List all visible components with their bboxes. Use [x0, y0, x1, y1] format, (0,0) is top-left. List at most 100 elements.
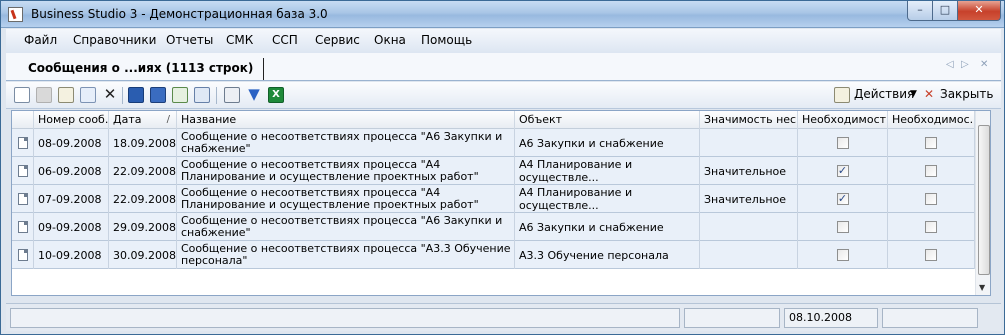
table-row[interactable]: 06-09.2008 22.09.2008 Сообщение о несоотве… [12, 157, 975, 185]
cell-object: А6 Закупки и снабжение [515, 213, 700, 241]
row-checkbox-cell [888, 213, 975, 241]
cell-date: 22.09.2008 [109, 157, 177, 185]
status-panel-extra [882, 308, 978, 328]
cell-significance [700, 129, 798, 157]
cell-number: 09-09.2008 [34, 213, 109, 241]
scrollbar-thumb[interactable] [978, 125, 990, 275]
tab-nonconformity-messages[interactable]: Сообщения о ...иях (1113 строк) [18, 58, 265, 80]
row-icon-cell [12, 241, 34, 269]
menu-bar: Файл Справочники Отчеты СМК ССП Сервис О… [6, 29, 1001, 53]
title-bar[interactable]: Business Studio 3 - Демонстрационная баз… [1, 1, 1004, 28]
close-window-button[interactable]: ✕ [957, 1, 1001, 21]
row-icon-cell [12, 129, 34, 157]
menu-reports[interactable]: Отчеты [166, 33, 213, 47]
vertical-scrollbar[interactable]: ▼ [975, 111, 990, 295]
header-name[interactable]: Название [177, 111, 515, 129]
delete-icon[interactable]: ✕ [102, 87, 118, 103]
menu-references[interactable]: Справочники [73, 33, 156, 47]
table-row[interactable]: 08-09.2008 18.09.2008 Сообщение о несоотве… [12, 129, 975, 157]
scroll-down-icon[interactable]: ▼ [979, 283, 985, 292]
row-checkbox-cell [888, 157, 975, 185]
edit-icon[interactable] [58, 87, 74, 103]
necessity-1-checkbox[interactable] [836, 137, 849, 149]
header-object[interactable]: Объект [515, 111, 700, 129]
row-checkbox-cell: ✓ [798, 185, 888, 213]
save-all-icon[interactable] [150, 87, 166, 103]
toolbar-separator [216, 87, 217, 104]
toolbar-separator [122, 87, 123, 104]
actions-icon [834, 87, 850, 103]
status-panel-empty [684, 308, 780, 328]
columns-icon[interactable] [224, 87, 240, 103]
document-tab-strip: Сообщения о ...иях (1113 строк) ◁ ▷ ✕ [6, 53, 1001, 81]
grid-header: Номер сооб... Дата / Название Объект Знач… [12, 111, 975, 129]
cell-object: А6 Закупки и снабжение [515, 129, 700, 157]
header-icon-column[interactable] [12, 111, 34, 129]
cell-name: Сообщение о несоответствиях процесса "А6… [177, 129, 515, 157]
new-record-icon[interactable] [14, 87, 30, 103]
document-icon [17, 249, 28, 261]
actions-dropdown-icon[interactable]: ▼ [910, 89, 917, 99]
header-necessity-1[interactable]: Необходимост... [798, 111, 888, 129]
cell-number: 06-09.2008 [34, 157, 109, 185]
menu-help[interactable]: Помощь [421, 33, 472, 47]
necessity-2-checkbox[interactable] [925, 137, 937, 149]
row-checkbox-cell: ✓ [798, 157, 888, 185]
save-icon[interactable] [128, 87, 144, 103]
necessity-1-checkbox[interactable] [836, 249, 849, 261]
header-significance[interactable]: Значимость нес... [700, 111, 798, 129]
properties-icon[interactable] [194, 87, 210, 103]
necessity-1-checkbox[interactable] [836, 221, 849, 233]
tab-close-icon[interactable]: ✕ [980, 59, 988, 70]
menu-windows[interactable]: Окна [374, 33, 406, 47]
actions-menu-button[interactable]: Действия [854, 87, 914, 101]
status-bar: 08.10.2008 [6, 303, 1001, 331]
cell-date: 29.09.2008 [109, 213, 177, 241]
necessity-2-checkbox[interactable] [925, 221, 937, 233]
minimize-button[interactable]: – [907, 1, 933, 21]
table-row[interactable]: 09-09.2008 29.09.2008 Сообщение о несоотве… [12, 213, 975, 241]
row-icon-cell [12, 185, 34, 213]
necessity-2-checkbox[interactable] [925, 165, 937, 177]
new-folder-icon[interactable] [36, 87, 52, 103]
refresh-icon[interactable] [172, 87, 188, 103]
header-necessity-2[interactable]: Необходимос... [888, 111, 975, 129]
sort-indicator-icon: / [166, 114, 170, 125]
necessity-1-checkbox[interactable]: ✓ [836, 193, 849, 205]
maximize-button[interactable]: □ [932, 1, 958, 21]
cell-name: Сообщение о несоответствиях процесса "А4… [177, 185, 515, 213]
header-date[interactable]: Дата / [109, 111, 177, 129]
table-row[interactable]: 10-09.2008 30.09.2008 Сообщение о несоотве… [12, 241, 975, 269]
close-button[interactable]: Закрыть [940, 87, 993, 101]
row-checkbox-cell [888, 241, 975, 269]
cell-number: 08-09.2008 [34, 129, 109, 157]
cell-significance [700, 213, 798, 241]
menu-ssp[interactable]: ССП [272, 33, 298, 47]
cell-name: Сообщение о несоответствиях процесса "А6… [177, 213, 515, 241]
excel-export-icon[interactable]: X [268, 87, 284, 103]
necessity-2-checkbox[interactable] [925, 193, 937, 205]
status-date: 08.10.2008 [784, 308, 878, 328]
cell-object: А4 Планирование и осуществле... [515, 157, 700, 185]
menu-file[interactable]: Файл [24, 33, 57, 47]
filter-icon[interactable]: ▼ [246, 87, 262, 103]
cell-significance: Значительное [700, 157, 798, 185]
row-checkbox-cell [798, 129, 888, 157]
cell-object: А4 Планирование и осуществле... [515, 185, 700, 213]
necessity-2-checkbox[interactable] [925, 249, 937, 261]
main-window: Business Studio 3 - Демонстрационная баз… [0, 0, 1005, 335]
cell-date: 22.09.2008 [109, 185, 177, 213]
cell-date: 30.09.2008 [109, 241, 177, 269]
row-checkbox-cell [888, 129, 975, 157]
cell-date: 18.09.2008 [109, 129, 177, 157]
header-number[interactable]: Номер сооб... [34, 111, 109, 129]
cell-name: Сообщение о несоответствиях процесса "А4… [177, 157, 515, 185]
tab-next-icon[interactable]: ▷ [961, 59, 969, 70]
copy-icon[interactable] [80, 87, 96, 103]
tab-prev-icon[interactable]: ◁ [946, 59, 954, 70]
table-row[interactable]: 07-09.2008 22.09.2008 Сообщение о несоотве… [12, 185, 975, 213]
menu-smk[interactable]: СМК [226, 33, 253, 47]
menu-service[interactable]: Сервис [315, 33, 360, 47]
messages-grid: Номер сооб... Дата / Название Объект Знач… [11, 110, 991, 296]
necessity-1-checkbox[interactable]: ✓ [836, 165, 849, 177]
